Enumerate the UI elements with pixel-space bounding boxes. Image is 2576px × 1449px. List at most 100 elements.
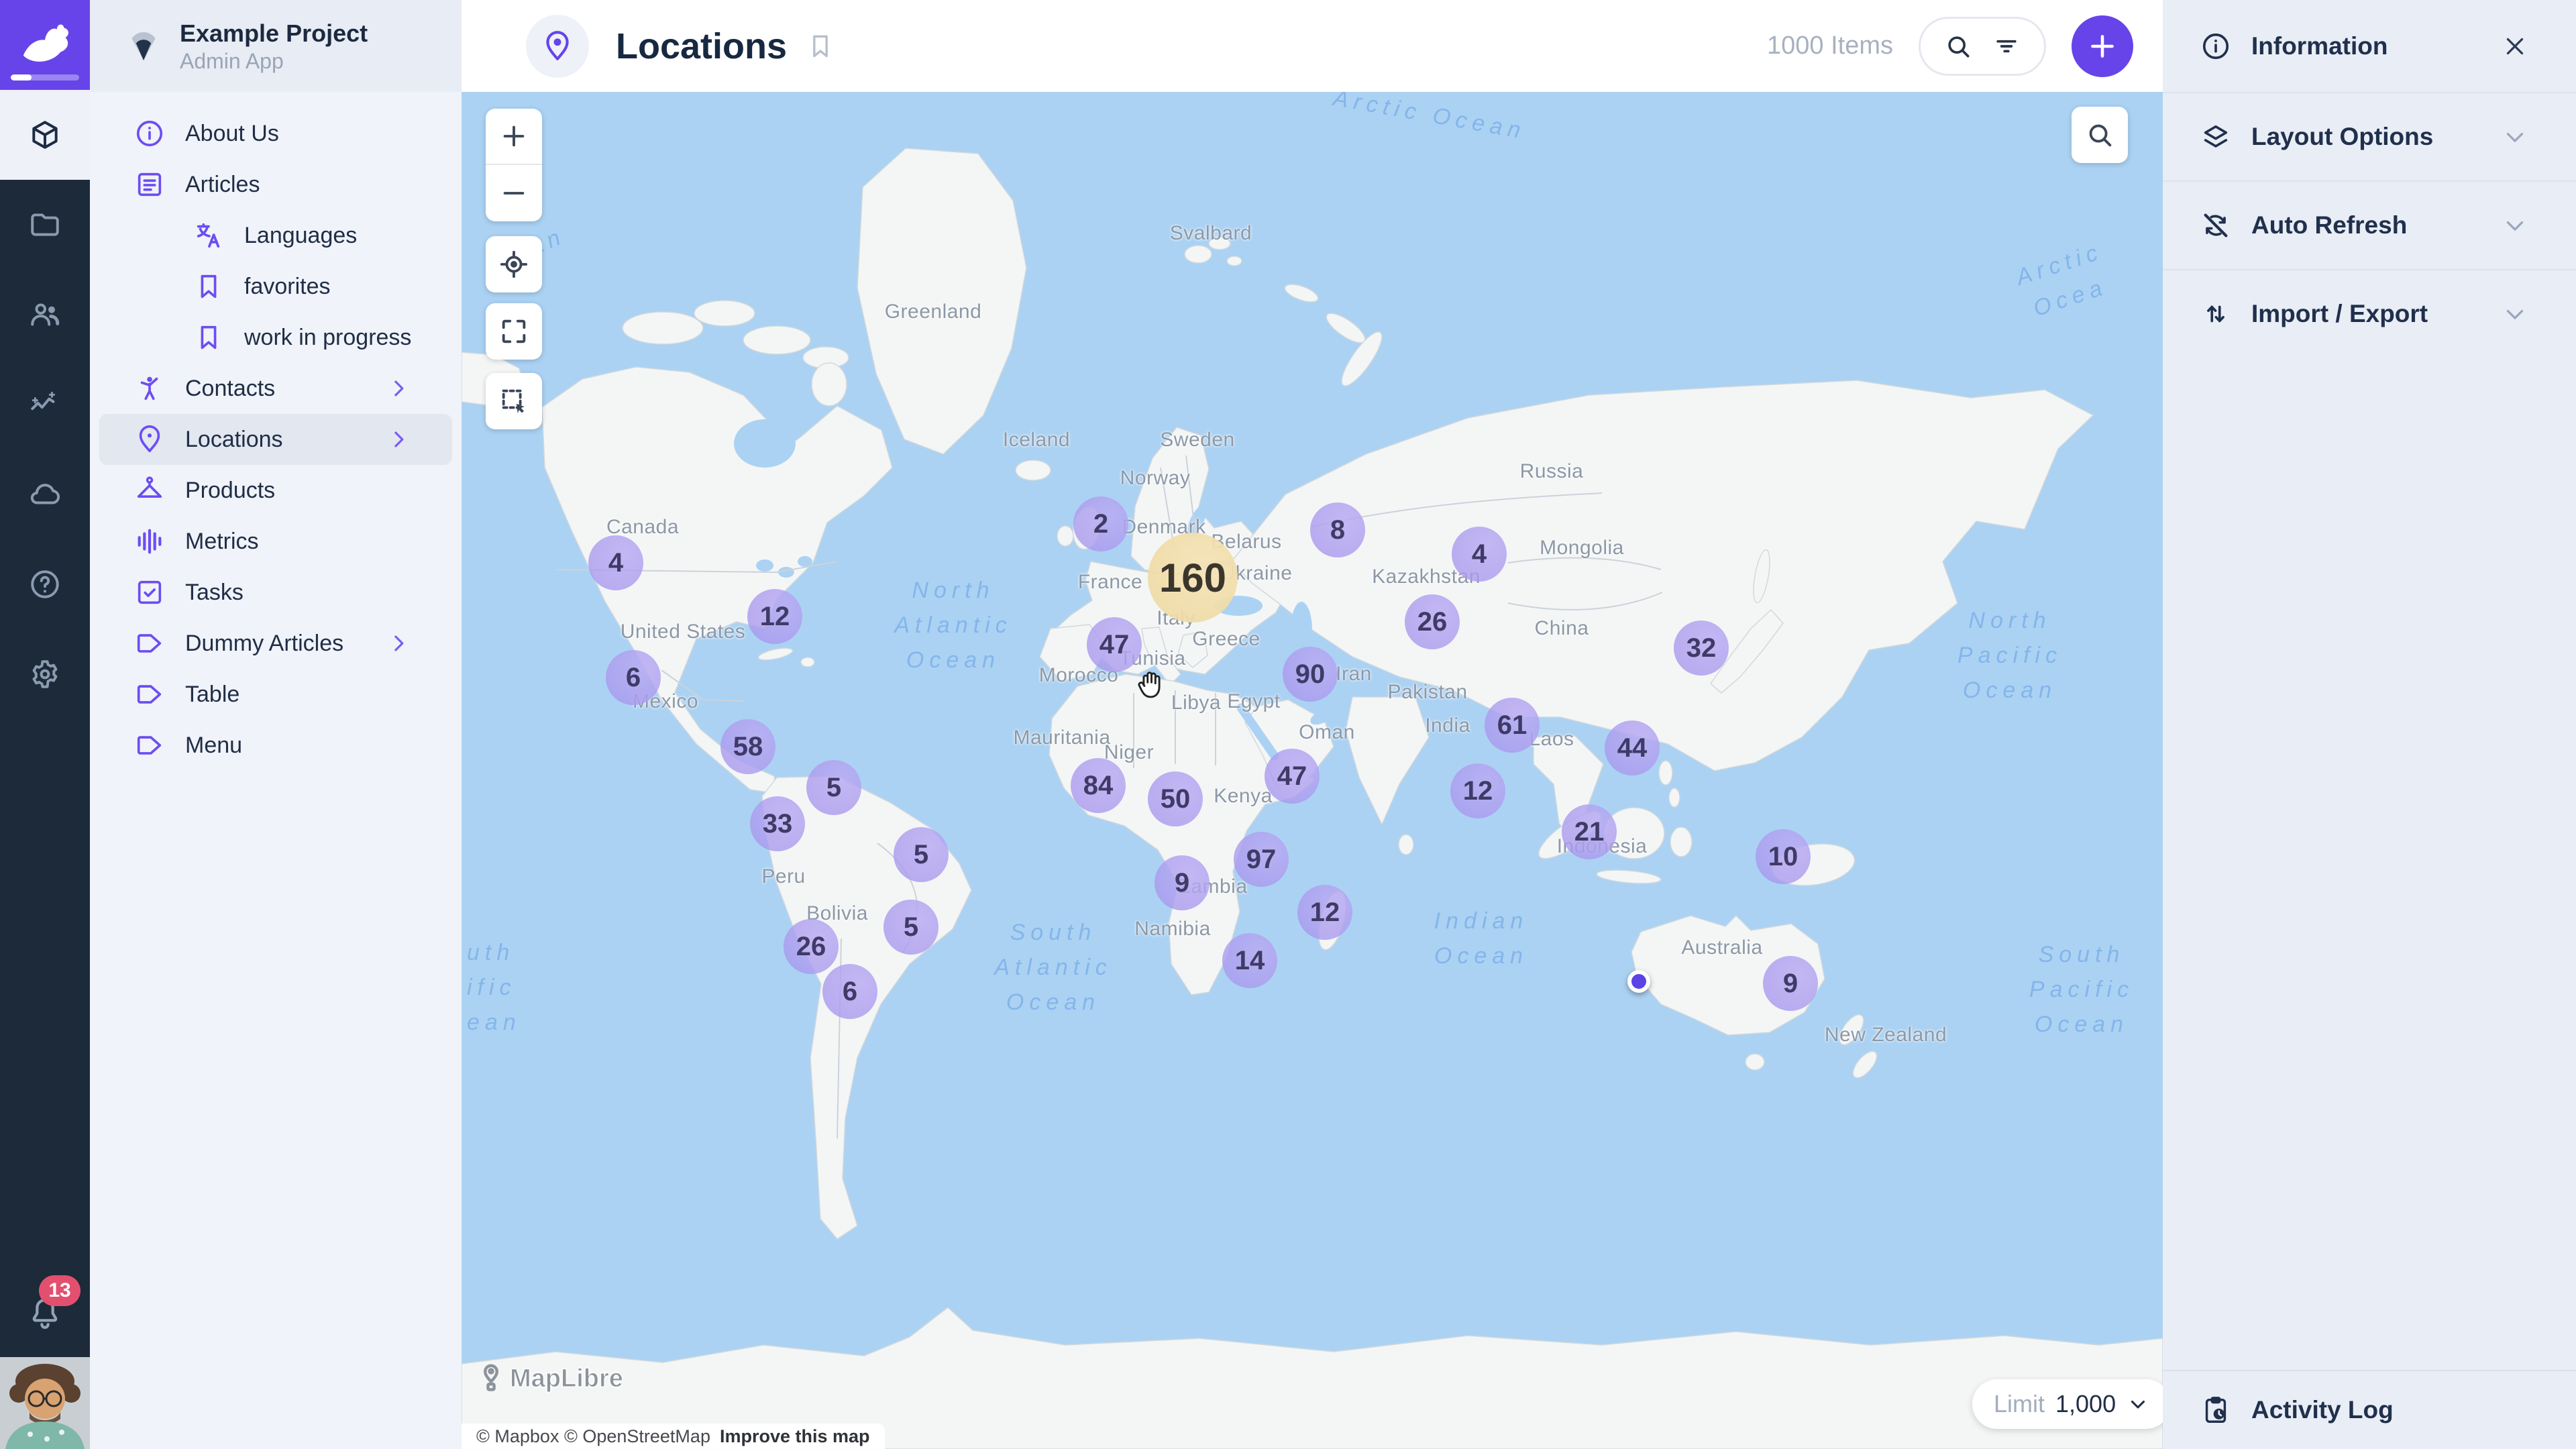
user-avatar[interactable] — [0, 1357, 90, 1449]
nav-item-products[interactable]: Products — [99, 465, 452, 516]
map-zoom-controls — [486, 109, 542, 221]
sidebar-section-auto-refresh[interactable]: Auto Refresh — [2163, 180, 2576, 269]
geolocate-button[interactable] — [486, 236, 542, 292]
chevron-down-icon[interactable] — [2501, 300, 2529, 328]
info-circle-icon — [134, 118, 165, 149]
map-cluster[interactable]: 5 — [894, 827, 949, 882]
nav-item-about-us[interactable]: About Us — [99, 108, 452, 159]
map-cluster[interactable]: 8 — [1310, 502, 1365, 557]
map-cluster[interactable]: 58 — [720, 719, 775, 774]
nav-item-metrics[interactable]: Metrics — [99, 516, 452, 567]
activity-log-button[interactable]: Activity Log — [2163, 1370, 2576, 1449]
nav-item-menu[interactable]: Menu — [99, 720, 452, 771]
nav-item-articles[interactable]: Articles — [99, 159, 452, 210]
nav-item-work-in-progress[interactable]: work in progress — [99, 312, 452, 363]
search-filter-pill[interactable] — [1919, 17, 2046, 76]
module-box-button[interactable] — [0, 90, 90, 180]
map-cluster[interactable]: 44 — [1605, 720, 1660, 775]
chevron-right-icon[interactable] — [385, 426, 412, 453]
minus-icon — [498, 178, 529, 209]
maplibre-pin-icon — [476, 1364, 506, 1393]
map-cluster[interactable]: 21 — [1562, 804, 1617, 859]
map-cluster[interactable]: 14 — [1222, 933, 1277, 988]
country-label-new-zealand: New Zealand — [1825, 1024, 1947, 1046]
map-cluster[interactable]: 47 — [1087, 617, 1142, 672]
main-content: Locations 1000 Items — [462, 0, 2163, 1449]
map-cluster[interactable]: 10 — [1756, 829, 1811, 884]
map-cluster[interactable]: 61 — [1485, 698, 1540, 753]
nav-item-label: Menu — [185, 733, 242, 759]
close-icon[interactable] — [2501, 32, 2529, 60]
sidebar-section-label: Auto Refresh — [2251, 211, 2407, 239]
module-cloud-button[interactable] — [0, 449, 90, 539]
fullscreen-button[interactable] — [486, 303, 542, 360]
map-cluster[interactable]: 4 — [1452, 527, 1507, 582]
bookmark-icon[interactable] — [806, 32, 835, 61]
map-cluster[interactable]: 26 — [1405, 594, 1460, 649]
nav-item-languages[interactable]: Languages — [99, 210, 452, 261]
sidebar-section-information[interactable]: Information — [2163, 0, 2576, 92]
module-people-button[interactable] — [0, 270, 90, 360]
map-cluster[interactable]: 50 — [1148, 771, 1203, 826]
maplibre-logo[interactable]: MapLibre — [476, 1364, 623, 1393]
map-cluster[interactable]: 160 — [1148, 533, 1238, 623]
module-help-button[interactable] — [0, 539, 90, 629]
nav-item-dummy-articles[interactable]: Dummy Articles — [99, 618, 452, 669]
notifications-button[interactable]: 13 — [0, 1271, 90, 1357]
limit-dropdown[interactable]: Limit 1,000 — [1972, 1379, 2163, 1429]
map-cluster[interactable]: 9 — [1763, 956, 1818, 1011]
attribution-providers[interactable]: © Mapbox © OpenStreetMap — [476, 1426, 710, 1447]
chevron-right-icon[interactable] — [385, 375, 412, 402]
map-cluster[interactable]: 5 — [883, 900, 938, 955]
map-cluster[interactable]: 90 — [1283, 647, 1338, 702]
improve-map-link[interactable]: Improve this map — [720, 1426, 870, 1447]
map-cluster[interactable]: 32 — [1674, 621, 1729, 676]
map-cluster[interactable]: 26 — [784, 919, 839, 974]
zoom-in-button[interactable] — [486, 109, 542, 165]
chevron-down-icon[interactable] — [2501, 211, 2529, 239]
map-cluster[interactable]: 4 — [588, 535, 643, 590]
nav-item-table[interactable]: Table — [99, 669, 452, 720]
map-cluster[interactable]: 9 — [1155, 855, 1210, 910]
map-canvas[interactable]: Arctic OceanArctic OceaanNorth Atlantic … — [462, 92, 2163, 1449]
app-logo[interactable] — [0, 0, 90, 90]
activity-log-label: Activity Log — [2251, 1396, 2394, 1424]
map-cluster[interactable]: 84 — [1071, 758, 1126, 813]
map-cluster[interactable]: 2 — [1073, 496, 1128, 551]
nav-item-tasks[interactable]: Tasks — [99, 567, 452, 618]
map-search-button[interactable] — [2072, 107, 2128, 163]
add-item-button[interactable] — [2072, 15, 2133, 77]
map-cluster[interactable]: 5 — [806, 760, 861, 815]
nav-item-favorites[interactable]: favorites — [99, 261, 452, 312]
map-cluster[interactable]: 12 — [747, 589, 802, 644]
logo-progress-bar — [11, 74, 79, 80]
map-cluster[interactable]: 33 — [750, 796, 805, 851]
sidebar-section-layout-options[interactable]: Layout Options — [2163, 92, 2576, 180]
module-bar-bottom: 13 — [0, 1271, 90, 1449]
chevron-right-icon[interactable] — [385, 630, 412, 657]
map-cluster[interactable]: 12 — [1297, 885, 1352, 940]
search-icon — [2084, 119, 2115, 150]
country-label-greece: Greece — [1192, 628, 1260, 651]
nav-item-contacts[interactable]: Contacts — [99, 363, 452, 414]
project-header[interactable]: Example Project Admin App — [90, 0, 462, 92]
plus-icon — [498, 121, 529, 152]
zoom-out-button[interactable] — [486, 165, 542, 221]
map-cluster[interactable]: 6 — [822, 964, 877, 1019]
country-label-australia: Australia — [1681, 936, 1762, 959]
map-point-marker[interactable] — [1627, 970, 1650, 993]
module-settings-button[interactable] — [0, 629, 90, 719]
module-folder-button[interactable] — [0, 180, 90, 270]
map-cluster[interactable]: 47 — [1265, 749, 1320, 804]
map-cluster[interactable]: 12 — [1450, 763, 1505, 818]
country-label-russia: Russia — [1520, 460, 1584, 483]
filter-icon[interactable] — [1992, 32, 2021, 61]
module-activity-button[interactable] — [0, 360, 90, 449]
nav-item-locations[interactable]: Locations — [99, 414, 452, 465]
box-select-button[interactable] — [486, 373, 542, 429]
map-cluster[interactable]: 97 — [1234, 832, 1289, 887]
chevron-down-icon[interactable] — [2501, 123, 2529, 151]
sidebar-section-import-export[interactable]: Import / Export — [2163, 269, 2576, 358]
search-icon[interactable] — [1943, 32, 1973, 61]
map-cluster[interactable]: 6 — [606, 650, 661, 705]
